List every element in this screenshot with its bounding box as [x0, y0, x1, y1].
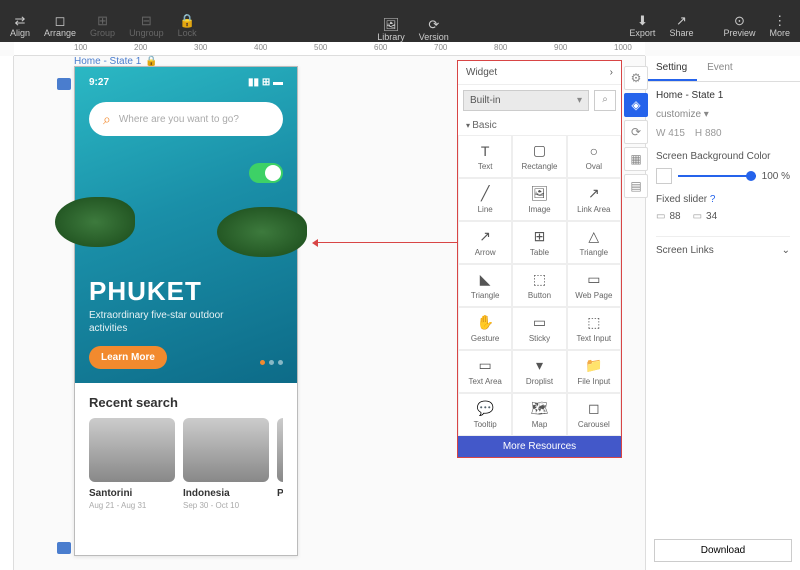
- hero-subtitle: Extraordinary five-star outdoor activiti…: [89, 309, 229, 335]
- toolbar-lock[interactable]: 🔒Lock: [178, 14, 197, 38]
- search-button[interactable]: ⌕: [594, 90, 616, 111]
- customize-toggle[interactable]: customize ▾: [656, 109, 790, 120]
- side-tool-2[interactable]: ⟳: [624, 120, 648, 144]
- help-icon[interactable]: ?: [710, 194, 716, 205]
- learn-more-button[interactable]: Learn More: [89, 346, 167, 369]
- toolbar-export[interactable]: ⬇Export: [629, 14, 655, 38]
- artboard-home[interactable]: 9:27▮▮ ⊞ ▬ ⌕ Where are you want to go? P…: [74, 66, 298, 556]
- side-tool-1[interactable]: ◈: [624, 93, 648, 117]
- widget-header[interactable]: Widget›: [458, 61, 621, 85]
- widget-text-area[interactable]: ▭Text Area: [458, 350, 512, 393]
- recent-title: Recent search: [89, 395, 283, 410]
- widget-triangle[interactable]: ◣Triangle: [458, 264, 512, 307]
- side-tool-0[interactable]: ⚙: [624, 66, 648, 90]
- search-icon: ⌕: [103, 111, 111, 128]
- toolbar-library[interactable]: 🖼Library: [377, 18, 405, 42]
- ruler-horizontal: 1002003004005006007008009001000: [14, 42, 645, 56]
- chevron-right-icon: ›: [610, 67, 613, 78]
- download-button[interactable]: Download: [654, 539, 792, 562]
- toolbar-share[interactable]: ↗Share: [669, 14, 693, 38]
- side-tool-4[interactable]: ▤: [624, 174, 648, 198]
- section-basic[interactable]: Basic: [458, 116, 621, 135]
- toolbar-align[interactable]: ⇄Align: [10, 14, 30, 38]
- widget-gesture[interactable]: ✋Gesture: [458, 307, 512, 350]
- widget-oval[interactable]: ○Oval: [567, 135, 621, 178]
- widget-droplist[interactable]: ▾Droplist: [512, 350, 566, 393]
- status-bar: 9:27▮▮ ⊞ ▬: [89, 77, 283, 88]
- ruler-vertical: [0, 56, 14, 570]
- tab-event[interactable]: Event: [697, 56, 743, 81]
- widget-panel: Widget› Built-in ⌕ Basic TText▢Rectangle…: [457, 60, 622, 458]
- color-swatch[interactable]: [656, 168, 672, 184]
- hero-title: PHUKET: [89, 276, 202, 307]
- footer-icon: ▭: [693, 211, 702, 222]
- widget-arrow[interactable]: ↗Arrow: [458, 221, 512, 264]
- widget-tooltip[interactable]: 💬Tooltip: [458, 393, 512, 436]
- widget-image[interactable]: 🖼Image: [512, 178, 566, 221]
- widget-rectangle[interactable]: ▢Rectangle: [512, 135, 566, 178]
- opacity-slider[interactable]: [678, 175, 756, 177]
- tab-setting[interactable]: Setting: [646, 56, 697, 81]
- search-input[interactable]: ⌕ Where are you want to go?: [89, 102, 283, 136]
- screen-links-section[interactable]: Screen Links⌄: [656, 236, 790, 256]
- side-tool-3[interactable]: ▦: [624, 147, 648, 171]
- toolbar-more[interactable]: ⋮More: [769, 14, 790, 38]
- toggle-switch[interactable]: [249, 163, 283, 183]
- widget-map[interactable]: 🗺Map: [512, 393, 566, 436]
- inspector-panel: Setting Event Home - State 1 customize ▾…: [645, 56, 800, 570]
- widget-button[interactable]: ⬚Button: [512, 264, 566, 307]
- page-dots[interactable]: [260, 360, 283, 365]
- widget-triangle[interactable]: △Triangle: [567, 221, 621, 264]
- fixed-bottom-input[interactable]: 34: [706, 211, 717, 222]
- signal-icon: ▮▮ ⊞ ▬: [248, 77, 283, 88]
- recent-card[interactable]: Paris: [277, 418, 283, 510]
- chevron-down-icon: ⌄: [782, 245, 790, 256]
- toolbar-ungroup[interactable]: ⊟Ungroup: [129, 14, 164, 38]
- widget-file-input[interactable]: 📁File Input: [567, 350, 621, 393]
- annotation-arrow: [314, 242, 457, 243]
- category-select[interactable]: Built-in: [463, 90, 589, 111]
- widget-line[interactable]: ╱Line: [458, 178, 512, 221]
- header-icon: ▭: [656, 211, 665, 222]
- toolbar-version[interactable]: ⟳Version: [419, 18, 449, 42]
- widget-sticky[interactable]: ▭Sticky: [512, 307, 566, 350]
- widget-text-input[interactable]: ⬚Text Input: [567, 307, 621, 350]
- widget-table[interactable]: ⊞Table: [512, 221, 566, 264]
- toolbar-preview[interactable]: ⊙Preview: [723, 14, 755, 38]
- chevron-down-icon: ▾: [704, 109, 709, 120]
- guide-marker[interactable]: [57, 78, 71, 90]
- width-input[interactable]: 415: [668, 128, 685, 139]
- more-resources-button[interactable]: More Resources: [458, 436, 621, 457]
- guide-marker[interactable]: [57, 542, 71, 554]
- toolbar-arrange[interactable]: ◻Arrange: [44, 14, 76, 38]
- fixed-top-input[interactable]: 88: [669, 211, 680, 222]
- selection-title: Home - State 1: [656, 90, 790, 101]
- widget-link-area[interactable]: ↗Link Area: [567, 178, 621, 221]
- toolbar-group[interactable]: ⊞Group: [90, 14, 115, 38]
- widget-web-page[interactable]: ▭Web Page: [567, 264, 621, 307]
- widget-text[interactable]: TText: [458, 135, 512, 178]
- recent-card[interactable]: SantoriniAug 21 - Aug 31: [89, 418, 175, 510]
- height-input[interactable]: 880: [705, 128, 722, 139]
- canvas[interactable]: Home - State 1🔒 9:27▮▮ ⊞ ▬ ⌕ Where are y…: [14, 56, 645, 570]
- recent-card[interactable]: IndonesiaSep 30 - Oct 10: [183, 418, 269, 510]
- widget-carousel[interactable]: ◻Carousel: [567, 393, 621, 436]
